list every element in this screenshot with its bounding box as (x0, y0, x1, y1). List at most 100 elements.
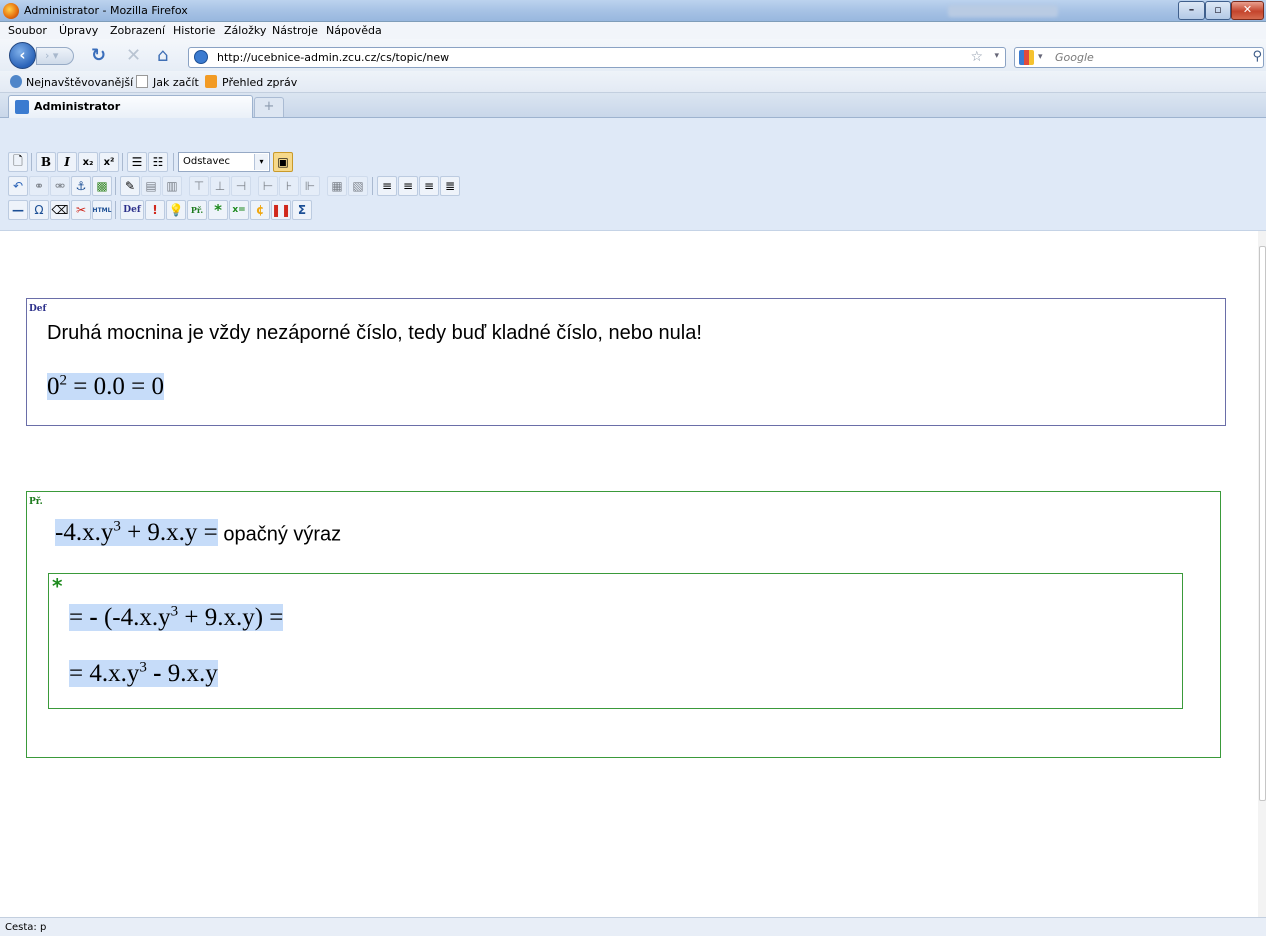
menu-nastroje[interactable]: Nástroje (272, 24, 318, 37)
menu-upravy[interactable]: Úpravy (59, 24, 98, 37)
most-visited-icon (10, 75, 22, 88)
row-delete-icon[interactable]: ⊣ (231, 176, 251, 196)
row-before-icon[interactable]: ⊤ (189, 176, 209, 196)
example-line: -4.x.y3 + 9.x.y = opačný výraz (55, 519, 341, 547)
sol1-part-b: (-4.x.y (97, 604, 171, 632)
justify-icon[interactable]: ≣ (440, 176, 460, 196)
toolbar-separator (115, 201, 116, 219)
home-icon[interactable]: ⌂ (157, 47, 168, 65)
reload-icon[interactable]: ↻ (91, 47, 106, 65)
col-delete-icon[interactable]: ⊩ (300, 176, 320, 196)
italic-icon[interactable]: I (57, 152, 77, 172)
cell-split-icon[interactable]: ▧ (348, 176, 368, 196)
align-right-icon[interactable]: ≡ (419, 176, 439, 196)
anchor-icon[interactable]: ⚓ (71, 176, 91, 196)
x-equals-icon[interactable]: x= (229, 200, 249, 220)
undo-icon[interactable]: ↶ (8, 176, 28, 196)
new-document-icon[interactable]: 🗋 (8, 152, 28, 172)
url-dropdown-icon[interactable]: ▾ (994, 51, 999, 61)
bookmark-star-icon[interactable]: ☆ (970, 49, 983, 65)
example-formula-a: -4.x.y (55, 519, 114, 547)
tab-administrator[interactable]: Administrator (8, 95, 253, 118)
hint-icon[interactable]: ¢ (250, 200, 270, 220)
unlink-icon[interactable]: ⚮ (50, 176, 70, 196)
forward-button[interactable]: › ▾ (36, 47, 74, 65)
def-icon[interactable]: Def (120, 200, 144, 220)
table-props-icon[interactable]: ▥ (162, 176, 182, 196)
stop-icon[interactable]: ✕ (126, 47, 141, 65)
tool-icon[interactable]: ✂ (71, 200, 91, 220)
definition-formula: 02 = 0.0 = 0 (47, 373, 164, 401)
back-button[interactable]: ‹ (9, 42, 36, 69)
horizontal-rule-icon[interactable]: — (8, 200, 28, 220)
subscript-icon[interactable]: x₂ (78, 152, 98, 172)
search-placeholder[interactable]: Google (1055, 51, 1094, 64)
example-formula-exp: 3 (113, 519, 121, 535)
edit-icon[interactable]: ✎ (120, 176, 140, 196)
formula-rest: = 0.0 = 0 (67, 373, 164, 401)
site-identity-icon[interactable] (194, 50, 208, 64)
fullscreen-icon[interactable]: ▣ (273, 152, 293, 172)
status-bar: Cesta: p (0, 917, 1266, 936)
toolbar-separator (31, 153, 32, 171)
cell-merge-icon[interactable]: ▦ (327, 176, 347, 196)
url-text[interactable]: http://ucebnice-admin.zcu.cz/cs/topic/ne… (217, 51, 449, 64)
omega-icon[interactable]: Ω (29, 200, 49, 220)
row-after-icon[interactable]: ⊥ (210, 176, 230, 196)
google-engine-icon[interactable] (1019, 50, 1034, 65)
bullet-list-icon[interactable]: ☰ (127, 152, 147, 172)
bulb-icon[interactable]: 💡 (166, 200, 186, 220)
vertical-scrollbar[interactable] (1258, 231, 1266, 917)
sol1-part-c: + 9.x.y) = (178, 604, 284, 632)
image-icon[interactable]: ▩ (92, 176, 112, 196)
minimize-button[interactable]: – (1178, 1, 1205, 20)
bookmark-news[interactable]: Přehled zpráv (222, 76, 297, 89)
table-icon[interactable]: ▤ (141, 176, 161, 196)
sol2-part-b: 9.x.y (161, 660, 218, 688)
chevron-down-icon[interactable]: ▾ (254, 154, 268, 170)
col-before-icon[interactable]: ⊢ (258, 176, 278, 196)
sigma-icon[interactable]: Σ (292, 200, 312, 220)
status-path: Cesta: p (5, 922, 47, 933)
close-button[interactable]: ✕ (1231, 1, 1264, 20)
bookmark-most-visited[interactable]: Nejnavštěvovanější (26, 76, 133, 89)
definition-box[interactable]: Def Druhá mocnina je vždy nezáporné čísl… (26, 298, 1226, 426)
menu-zobrazeni[interactable]: Zobrazení (110, 24, 165, 37)
example-icon[interactable]: Př. (187, 200, 207, 220)
eraser-icon[interactable]: ⌫ (50, 200, 70, 220)
menu-soubor[interactable]: Soubor (8, 24, 47, 37)
maximize-button[interactable]: ▫ (1205, 1, 1231, 20)
solution-box[interactable]: * = - (-4.x.y3 + 9.x.y) = = 4.x.y3 - 9.x… (48, 573, 1183, 709)
new-tab-button[interactable]: + (254, 97, 284, 117)
menu-zalozky[interactable]: Záložky (224, 24, 266, 37)
example-box[interactable]: Př. -4.x.y3 + 9.x.y = opačný výraz * = -… (26, 491, 1221, 758)
definition-text: Druhá mocnina je vždy nezáporné číslo, t… (47, 322, 702, 344)
engine-dropdown-icon[interactable]: ▾ (1038, 52, 1043, 62)
toolbar-separator (115, 177, 116, 195)
format-select[interactable]: Odstavec ▾ (178, 152, 270, 172)
editor-toolbar: 🗋 B I x₂ x² ☰ ☷ Odstavec ▾ ▣ ↶ ⚭ ⚮ ⚓ ▩ ✎… (0, 118, 1266, 231)
html-icon[interactable]: HTML (92, 200, 112, 220)
bold-icon[interactable]: B (36, 152, 56, 172)
bookmarks-toolbar: Nejnavštěvovanější Jak začít Přehled zpr… (0, 71, 1266, 93)
align-center-icon[interactable]: ≡ (398, 176, 418, 196)
editor-content[interactable]: Def Druhá mocnina je vždy nezáporné čísl… (7, 231, 1258, 917)
window-titlebar: Administrator - Mozilla Firefox – ▫ ✕ (0, 0, 1266, 22)
col-after-icon[interactable]: ⊦ (279, 176, 299, 196)
star-icon[interactable]: * (208, 200, 228, 220)
url-bar[interactable]: http://ucebnice-admin.zcu.cz/cs/topic/ne… (188, 47, 1006, 68)
pause-icon[interactable]: ❚❚ (271, 200, 291, 220)
search-icon[interactable]: ⚲ (1252, 49, 1262, 64)
numbered-list-icon[interactable]: ☷ (148, 152, 168, 172)
scrollbar-thumb[interactable] (1259, 246, 1266, 801)
link-icon[interactable]: ⚭ (29, 176, 49, 196)
align-left-icon[interactable]: ≡ (377, 176, 397, 196)
superscript-icon[interactable]: x² (99, 152, 119, 172)
page-icon (136, 75, 148, 88)
menu-historie[interactable]: Historie (173, 24, 215, 37)
menu-napoveda[interactable]: Nápověda (326, 24, 382, 37)
bookmark-getting-started[interactable]: Jak začít (153, 76, 199, 89)
search-bar[interactable]: ▾ Google ⚲ (1014, 47, 1264, 68)
exclamation-icon[interactable]: ! (145, 200, 165, 220)
toolbar-separator (122, 153, 123, 171)
